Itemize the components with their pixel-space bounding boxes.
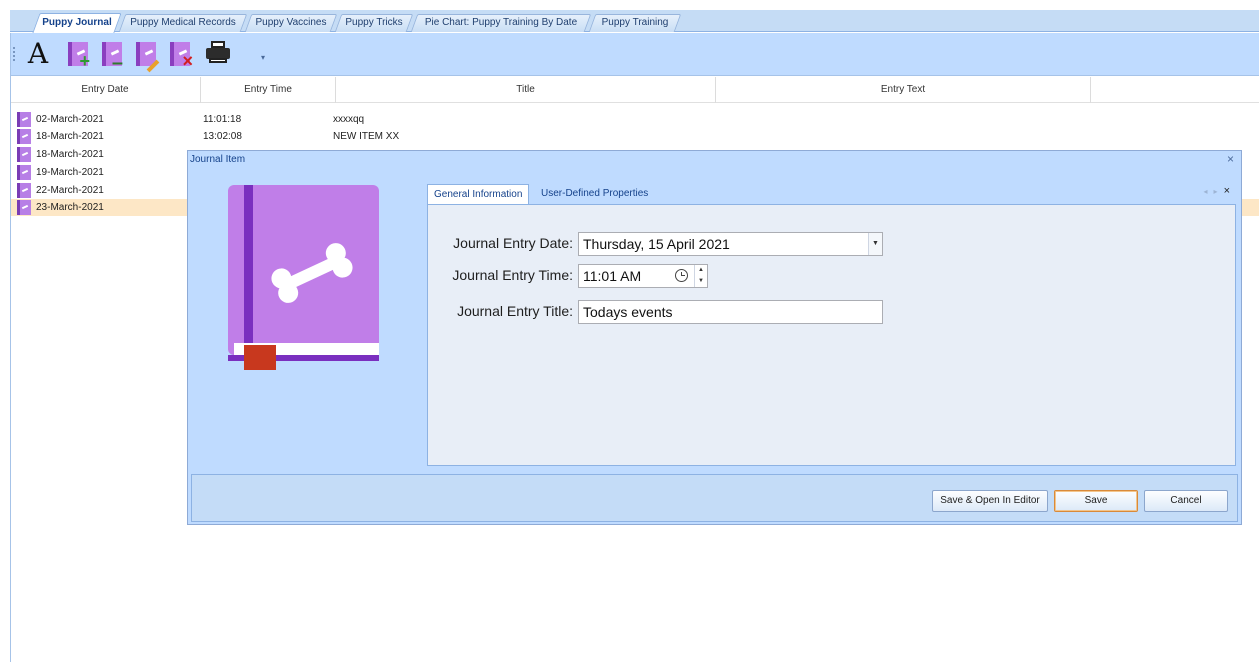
journal-entry-title-label: Journal Entry Title:	[457, 303, 573, 319]
journal-entry-time-label: Journal Entry Time:	[452, 267, 573, 283]
entry-date-cell: 18-March-2021	[36, 149, 104, 160]
delete-journal-icon: ×	[170, 42, 193, 70]
dialog-title: Journal Item	[190, 154, 246, 165]
entry-date-cell: 02-March-2021	[36, 114, 104, 125]
tab-nav-controls: ◂ ▸ ×	[1204, 185, 1230, 197]
tab-label: Puppy Journal	[42, 17, 112, 28]
delete-journal-button[interactable]: ×	[166, 40, 194, 70]
save-and-open-in-editor-button[interactable]: Save & Open In Editor	[932, 490, 1048, 512]
journal-entry-icon	[17, 165, 31, 180]
journal-entry-icon	[17, 200, 31, 215]
toolbar-grip[interactable]	[13, 47, 15, 61]
journal-entry-icon	[17, 183, 31, 198]
journal-entry-icon	[17, 147, 31, 162]
general-information-panel: Journal Entry Date: Thursday, 15 April 2…	[427, 204, 1236, 466]
tab-general-information[interactable]: General Information	[427, 184, 530, 204]
journal-entry-title-input[interactable]: Todays events	[578, 300, 883, 324]
add-journal-button[interactable]: +	[64, 40, 92, 70]
tab-label: Pie Chart: Puppy Training By Date	[424, 17, 578, 28]
date-value: Thursday, 15 April 2021	[583, 236, 730, 252]
column-header-entry-date[interactable]: Entry Date	[10, 77, 201, 103]
tab-prev-icon[interactable]: ◂	[1204, 187, 1208, 196]
document-tab-strip: Puppy Journal Puppy Medical Records Pupp…	[10, 10, 1259, 33]
remove-journal-icon: –	[102, 42, 123, 73]
tab-pie-chart-training[interactable]: Pie Chart: Puppy Training By Date	[410, 14, 592, 32]
entry-time-cell: 13:02:08	[203, 131, 242, 142]
entry-date-cell: 19-March-2021	[36, 167, 104, 178]
entry-date-cell: 23-March-2021	[36, 202, 104, 213]
journal-book-icon	[228, 185, 379, 370]
print-button[interactable]	[204, 40, 232, 68]
tab-label: Puppy Medical Records	[130, 17, 236, 28]
clock-icon	[675, 269, 688, 282]
printer-icon	[206, 41, 230, 63]
column-header-entry-text[interactable]: Entry Text	[716, 77, 1091, 103]
journal-entry-time-field[interactable]: 11:01 AM ▲ ▼	[578, 264, 708, 288]
grid-header: Entry Date Entry Time Title Entry Text	[10, 77, 1259, 103]
journal-entry-date-label: Journal Entry Date:	[453, 235, 573, 251]
tab-puppy-vaccines[interactable]: Puppy Vaccines	[244, 14, 338, 32]
dialog-tab-strip: General Information User-Defined Propert…	[427, 182, 1236, 204]
journal-item-dialog: Journal Item × General Information User-…	[187, 150, 1242, 525]
font-button[interactable]: A	[24, 40, 52, 68]
toolbar: A + – × ▾	[10, 33, 1259, 76]
title-value: Todays events	[583, 304, 673, 320]
time-value: 11:01 AM	[583, 268, 642, 284]
remove-journal-button[interactable]: –	[98, 40, 126, 73]
column-header-entry-time[interactable]: Entry Time	[201, 77, 336, 103]
entry-date-cell: 22-March-2021	[36, 185, 104, 196]
tab-label: Puppy Training	[601, 17, 669, 28]
journal-entry-date-picker[interactable]: Thursday, 15 April 2021 ▼	[578, 232, 883, 256]
tab-puppy-journal[interactable]: Puppy Journal	[32, 13, 122, 33]
tab-puppy-tricks[interactable]: Puppy Tricks	[334, 14, 414, 32]
tab-puppy-training[interactable]: Puppy Training	[588, 14, 682, 32]
date-row: Journal Entry Date:	[428, 232, 573, 256]
dialog-body: General Information User-Defined Propert…	[191, 168, 1238, 473]
edit-journal-icon	[136, 42, 160, 73]
edit-journal-button[interactable]	[132, 40, 160, 73]
cancel-button[interactable]: Cancel	[1144, 490, 1228, 512]
tab-user-defined-properties[interactable]: User-Defined Properties	[535, 184, 654, 204]
table-row[interactable]: 02-March-2021 11:01:18 xxxxqq	[10, 111, 1259, 128]
font-icon: A	[27, 37, 49, 70]
add-journal-icon: +	[68, 42, 90, 70]
tab-puppy-medical-records[interactable]: Puppy Medical Records	[118, 14, 248, 32]
tab-label: Puppy Tricks	[345, 17, 403, 28]
entry-time-cell: 11:01:18	[203, 114, 242, 125]
tab-next-icon[interactable]: ▸	[1214, 187, 1218, 196]
column-header-title[interactable]: Title	[336, 77, 716, 103]
entry-title-cell: NEW ITEM XX	[333, 131, 400, 142]
journal-entry-icon	[17, 112, 31, 127]
chevron-down-icon[interactable]: ▼	[868, 233, 882, 255]
left-border	[10, 33, 11, 662]
time-row: Journal Entry Time:	[428, 264, 573, 288]
dialog-footer: Save & Open In Editor Save Cancel	[191, 474, 1238, 522]
tab-label: Puppy Vaccines	[255, 17, 327, 28]
entry-date-cell: 18-March-2021	[36, 131, 104, 142]
close-icon[interactable]: ×	[1227, 152, 1234, 166]
toolbar-overflow-icon[interactable]: ▾	[261, 53, 265, 62]
entry-title-cell: xxxxqq	[333, 114, 365, 125]
table-row[interactable]: 18-March-2021 13:02:08 NEW ITEM XX	[10, 128, 1259, 145]
journal-entry-icon	[17, 129, 31, 144]
tab-close-icon[interactable]: ×	[1224, 185, 1230, 197]
save-button[interactable]: Save	[1054, 490, 1138, 512]
title-row: Journal Entry Title:	[428, 300, 573, 324]
time-spinner-icon[interactable]: ▲ ▼	[694, 265, 707, 287]
